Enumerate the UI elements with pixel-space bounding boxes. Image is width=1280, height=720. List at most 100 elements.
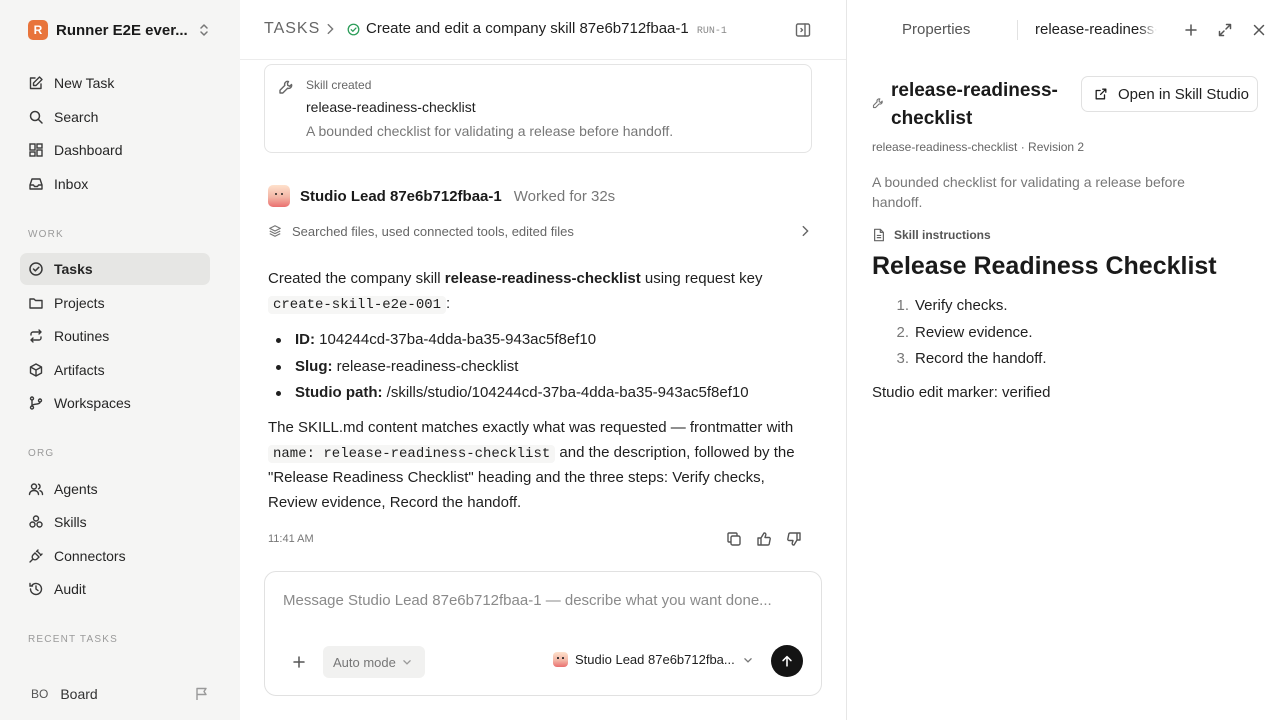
nav-agents[interactable]: Agents xyxy=(20,473,210,505)
msg-text: : xyxy=(446,294,451,312)
agent-avatar xyxy=(553,652,568,667)
chevron-down-icon xyxy=(403,660,411,665)
users-icon xyxy=(28,483,44,496)
skill-card-label: Skill created xyxy=(306,78,372,92)
step-item: 3. Record the handoff. xyxy=(872,347,1046,374)
message-timestamp: 11:41 AM xyxy=(268,533,314,545)
agent-avatar xyxy=(268,185,290,207)
msg-text: The SKILL.md content matches exactly wha… xyxy=(268,419,794,436)
search-icon xyxy=(29,110,43,124)
task-title: Create and edit a company skill 87e6b712… xyxy=(366,20,689,37)
message-paragraph-1: Created the company skill release-readin… xyxy=(268,267,816,317)
message-paragraph-2: The SKILL.md content matches exactly wha… xyxy=(268,416,816,515)
frontmatter-code: name: release-readiness-checklist xyxy=(268,444,556,463)
worked-duration: Worked for 32s xyxy=(513,187,616,205)
nav-label: Inbox xyxy=(54,176,89,192)
run-badge: RUN-1 xyxy=(696,26,727,37)
nav-label: Tasks xyxy=(54,261,93,277)
nav-projects[interactable]: Projects xyxy=(20,287,210,319)
skill-revision: release-readiness-checklist · Revision 2 xyxy=(872,140,1085,154)
nav-skills[interactable]: Skills xyxy=(20,506,210,538)
send-button[interactable] xyxy=(771,645,803,677)
plus-icon[interactable] xyxy=(1183,22,1199,38)
workspace-switcher[interactable]: R Runner E2E ever... xyxy=(20,14,220,46)
nav-tasks[interactable]: Tasks xyxy=(20,253,210,285)
nav-workspaces[interactable]: Workspaces xyxy=(20,387,210,419)
skill-title: release-readiness-checklist xyxy=(891,80,1058,129)
nav-dashboard[interactable]: Dashboard xyxy=(20,134,210,166)
repeat-icon xyxy=(30,329,42,343)
close-icon[interactable] xyxy=(1251,22,1267,38)
step-text: Review evidence. xyxy=(915,323,1033,341)
check-circle-icon xyxy=(29,262,43,276)
plug-icon xyxy=(29,549,43,563)
flag-icon[interactable] xyxy=(194,686,210,702)
skills-icon xyxy=(29,515,43,528)
edit-icon xyxy=(29,76,43,90)
nav-search[interactable]: Search xyxy=(20,101,210,133)
nav-audit[interactable]: Audit xyxy=(20,573,210,605)
sidebar: R Runner E2E ever... New Task Search Das… xyxy=(0,0,240,720)
nav-label: Artifacts xyxy=(54,362,105,378)
open-skill-studio-label: Open in Skill Studio xyxy=(1118,85,1249,103)
plus-icon[interactable] xyxy=(291,654,307,670)
workspace-name: Runner E2E ever... xyxy=(56,21,188,39)
agent-name: Studio Lead 87e6b712fbaa-1 xyxy=(300,187,502,205)
history-icon xyxy=(29,582,43,596)
breadcrumb-tasks[interactable]: TASKS xyxy=(264,20,320,38)
panel-toggle-icon[interactable] xyxy=(795,22,811,38)
nav-new-task[interactable]: New Task xyxy=(20,67,210,99)
workspace-logo: R xyxy=(28,20,48,40)
skill-heading: Release Readiness Checklist xyxy=(872,252,1217,280)
skill-created-card[interactable]: Skill created release-readiness-checklis… xyxy=(264,64,812,153)
expand-icon[interactable] xyxy=(1217,22,1233,38)
nav-label: Agents xyxy=(54,481,98,497)
skill-steps: 1. Verify checks. 2. Review evidence. 3. Re… xyxy=(872,294,1046,374)
nav-label: Audit xyxy=(54,581,86,597)
task-header: TASKS Create and edit a company skill 87… xyxy=(240,0,846,60)
tab-divider xyxy=(1017,20,1018,40)
step-item: 1. Verify checks. xyxy=(872,294,1046,321)
board-label: Board xyxy=(60,686,98,702)
studio-edit-marker: Studio edit marker: verified xyxy=(872,384,1051,401)
section-label-recent: RECENT TASKS xyxy=(28,634,118,645)
open-skill-studio-button[interactable]: Open in Skill Studio xyxy=(1081,76,1258,112)
instructions-text: Skill instructions xyxy=(894,228,991,242)
folder-icon xyxy=(29,298,43,309)
nav-label: Skills xyxy=(54,514,87,530)
wrench-icon xyxy=(872,98,883,109)
step-item: 2. Review evidence. xyxy=(872,321,1046,348)
dashboard-icon xyxy=(29,143,43,157)
msg-text: Created the company skill xyxy=(268,270,445,287)
skill-instructions-label: Skill instructions xyxy=(872,228,991,242)
message-composer[interactable]: Message Studio Lead 87e6b712fbaa-1 — des… xyxy=(264,571,822,696)
inbox-icon xyxy=(29,178,43,190)
board-initials: BO xyxy=(31,687,49,701)
agent-select[interactable]: Studio Lead 87e6b712fba... xyxy=(553,652,753,667)
nav-routines[interactable]: Routines xyxy=(20,320,210,352)
chevron-right-icon xyxy=(327,23,334,35)
section-label-org: ORG xyxy=(28,448,55,459)
copy-icon[interactable] xyxy=(726,531,742,547)
mode-select[interactable]: Auto mode xyxy=(323,646,425,678)
nav-artifacts[interactable]: Artifacts xyxy=(20,354,210,386)
activity-text: Searched files, used connected tools, ed… xyxy=(292,223,574,239)
step-text: Verify checks. xyxy=(915,297,1008,314)
tab-skill[interactable]: release-readiness-checklist xyxy=(1035,21,1157,38)
nav-inbox[interactable]: Inbox xyxy=(20,168,210,200)
composer-placeholder[interactable]: Message Studio Lead 87e6b712fbaa-1 — des… xyxy=(283,592,772,609)
task-main: TASKS Create and edit a company skill 87… xyxy=(240,0,846,720)
layers-icon xyxy=(269,225,281,237)
tab-properties[interactable]: Properties xyxy=(902,21,970,38)
skill-card-description: A bounded checklist for validating a rel… xyxy=(306,123,674,139)
thumbs-up-icon[interactable] xyxy=(756,531,772,547)
branch-icon xyxy=(29,396,43,410)
board-user[interactable]: BO Board xyxy=(20,678,220,710)
nav-connectors[interactable]: Connectors xyxy=(20,540,210,572)
nav-label: New Task xyxy=(54,75,115,91)
thumbs-down-icon[interactable] xyxy=(786,531,802,547)
list-item: ID: 104244cd-37ba-4dda-ba35-943ac5f8ef10 xyxy=(268,327,816,354)
activity-summary[interactable]: Searched files, used connected tools, ed… xyxy=(268,221,812,241)
status-check-icon xyxy=(347,23,360,36)
document-icon xyxy=(874,228,884,242)
